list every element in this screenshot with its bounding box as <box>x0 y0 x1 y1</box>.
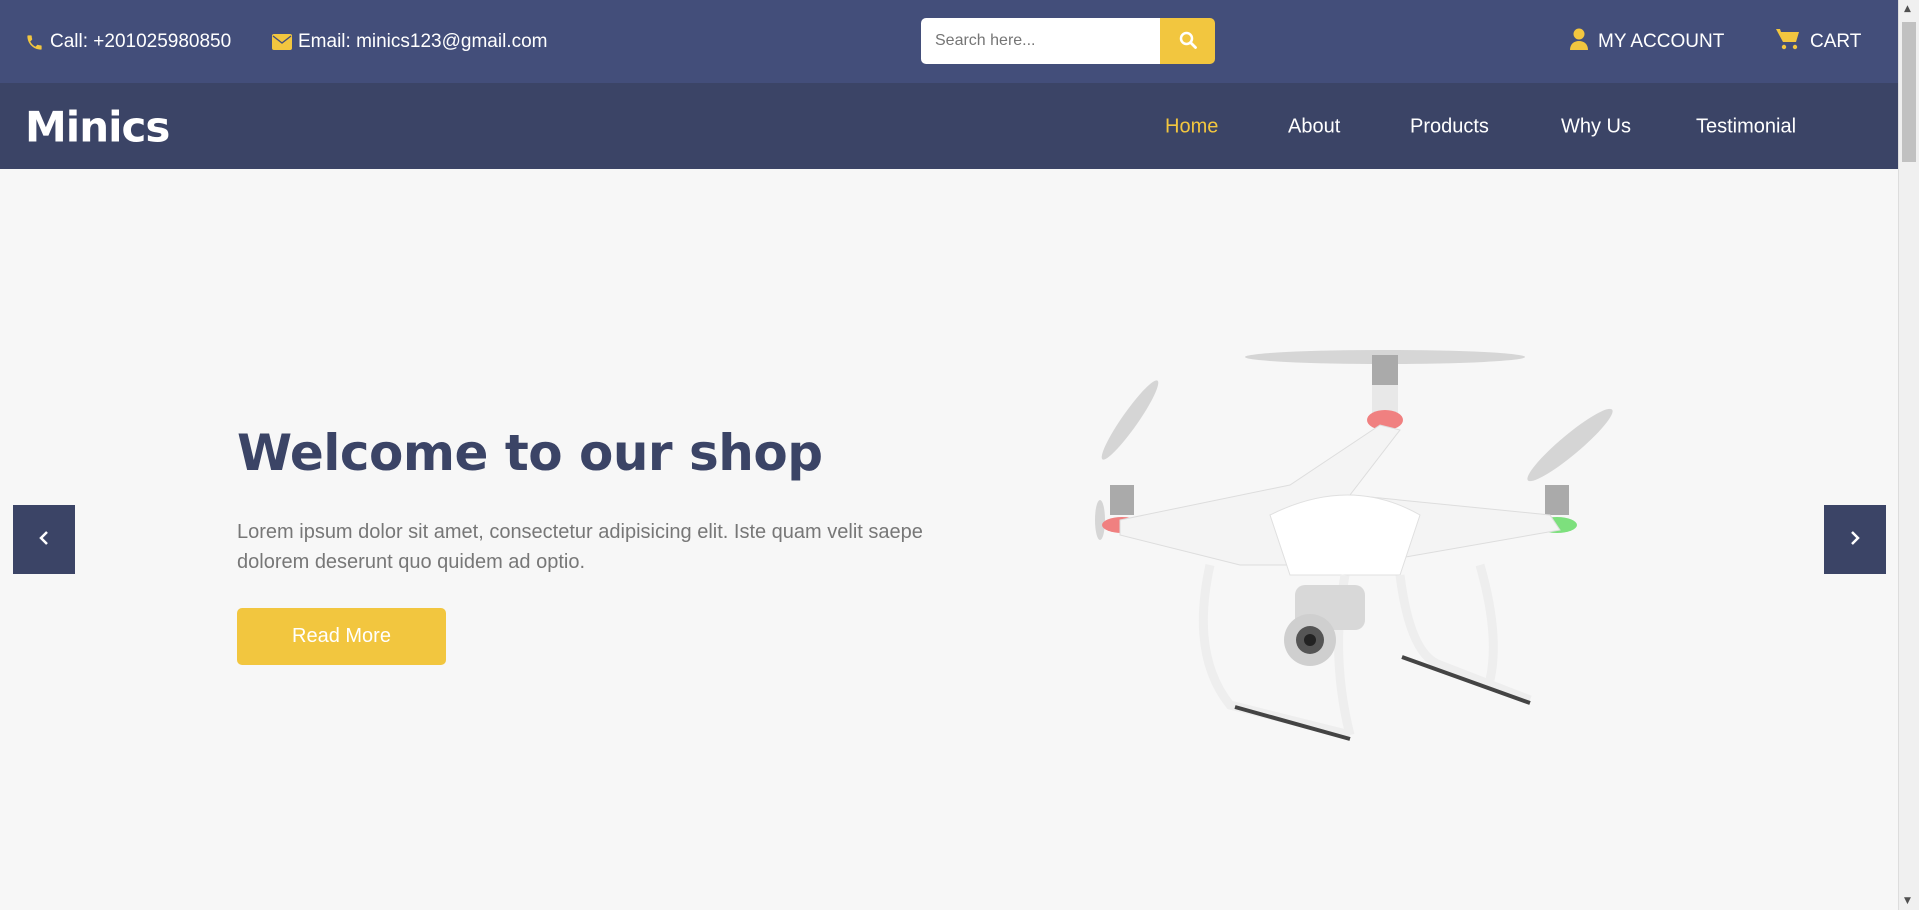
top-bar: Call: +201025980850 Email: minics123@gma… <box>0 0 1898 83</box>
call-info: Call: +201025980850 <box>25 31 231 53</box>
page-scrollbar[interactable]: ▲ ▼ <box>1898 0 1919 910</box>
hero-text: Lorem ipsum dolor sit amet, consectetur … <box>237 521 923 573</box>
nav-about[interactable]: About <box>1288 116 1340 139</box>
scrollbar-thumb[interactable] <box>1902 22 1916 162</box>
chevron-right-icon <box>1849 530 1861 550</box>
call-text: Call: +201025980850 <box>50 31 232 52</box>
user-icon <box>1570 28 1588 56</box>
search-form <box>921 18 1215 64</box>
scroll-down-icon[interactable]: ▼ <box>1904 896 1911 906</box>
search-button[interactable] <box>1160 18 1215 64</box>
nav-testimonial[interactable]: Testimonial <box>1696 116 1796 139</box>
carousel-prev-button[interactable] <box>13 505 75 574</box>
cart-link[interactable]: CART <box>1776 28 1861 56</box>
chevron-left-icon <box>38 530 50 550</box>
carousel-next-button[interactable] <box>1824 505 1886 574</box>
logo[interactable]: Minics <box>25 103 170 152</box>
search-icon <box>1179 31 1197 52</box>
drone-image <box>1060 335 1650 759</box>
hero-title: Welcome to our shop <box>237 424 823 482</box>
email-text: Email: minics123@gmail.com <box>298 31 548 52</box>
search-input[interactable] <box>921 18 1160 64</box>
nav-home[interactable]: Home <box>1165 116 1218 139</box>
cart-icon <box>1776 28 1800 56</box>
nav-products[interactable]: Products <box>1410 116 1489 139</box>
envelope-icon <box>272 34 292 50</box>
my-account-link[interactable]: MY ACCOUNT <box>1570 28 1724 56</box>
phone-icon <box>25 33 44 52</box>
nav-why-us[interactable]: Why Us <box>1561 116 1631 139</box>
read-more-button[interactable]: Read More <box>237 608 446 665</box>
email-info: Email: minics123@gmail.com <box>272 31 547 53</box>
scroll-up-icon[interactable]: ▲ <box>1904 4 1911 14</box>
cart-label: CART <box>1810 31 1862 52</box>
my-account-label: MY ACCOUNT <box>1598 31 1725 52</box>
